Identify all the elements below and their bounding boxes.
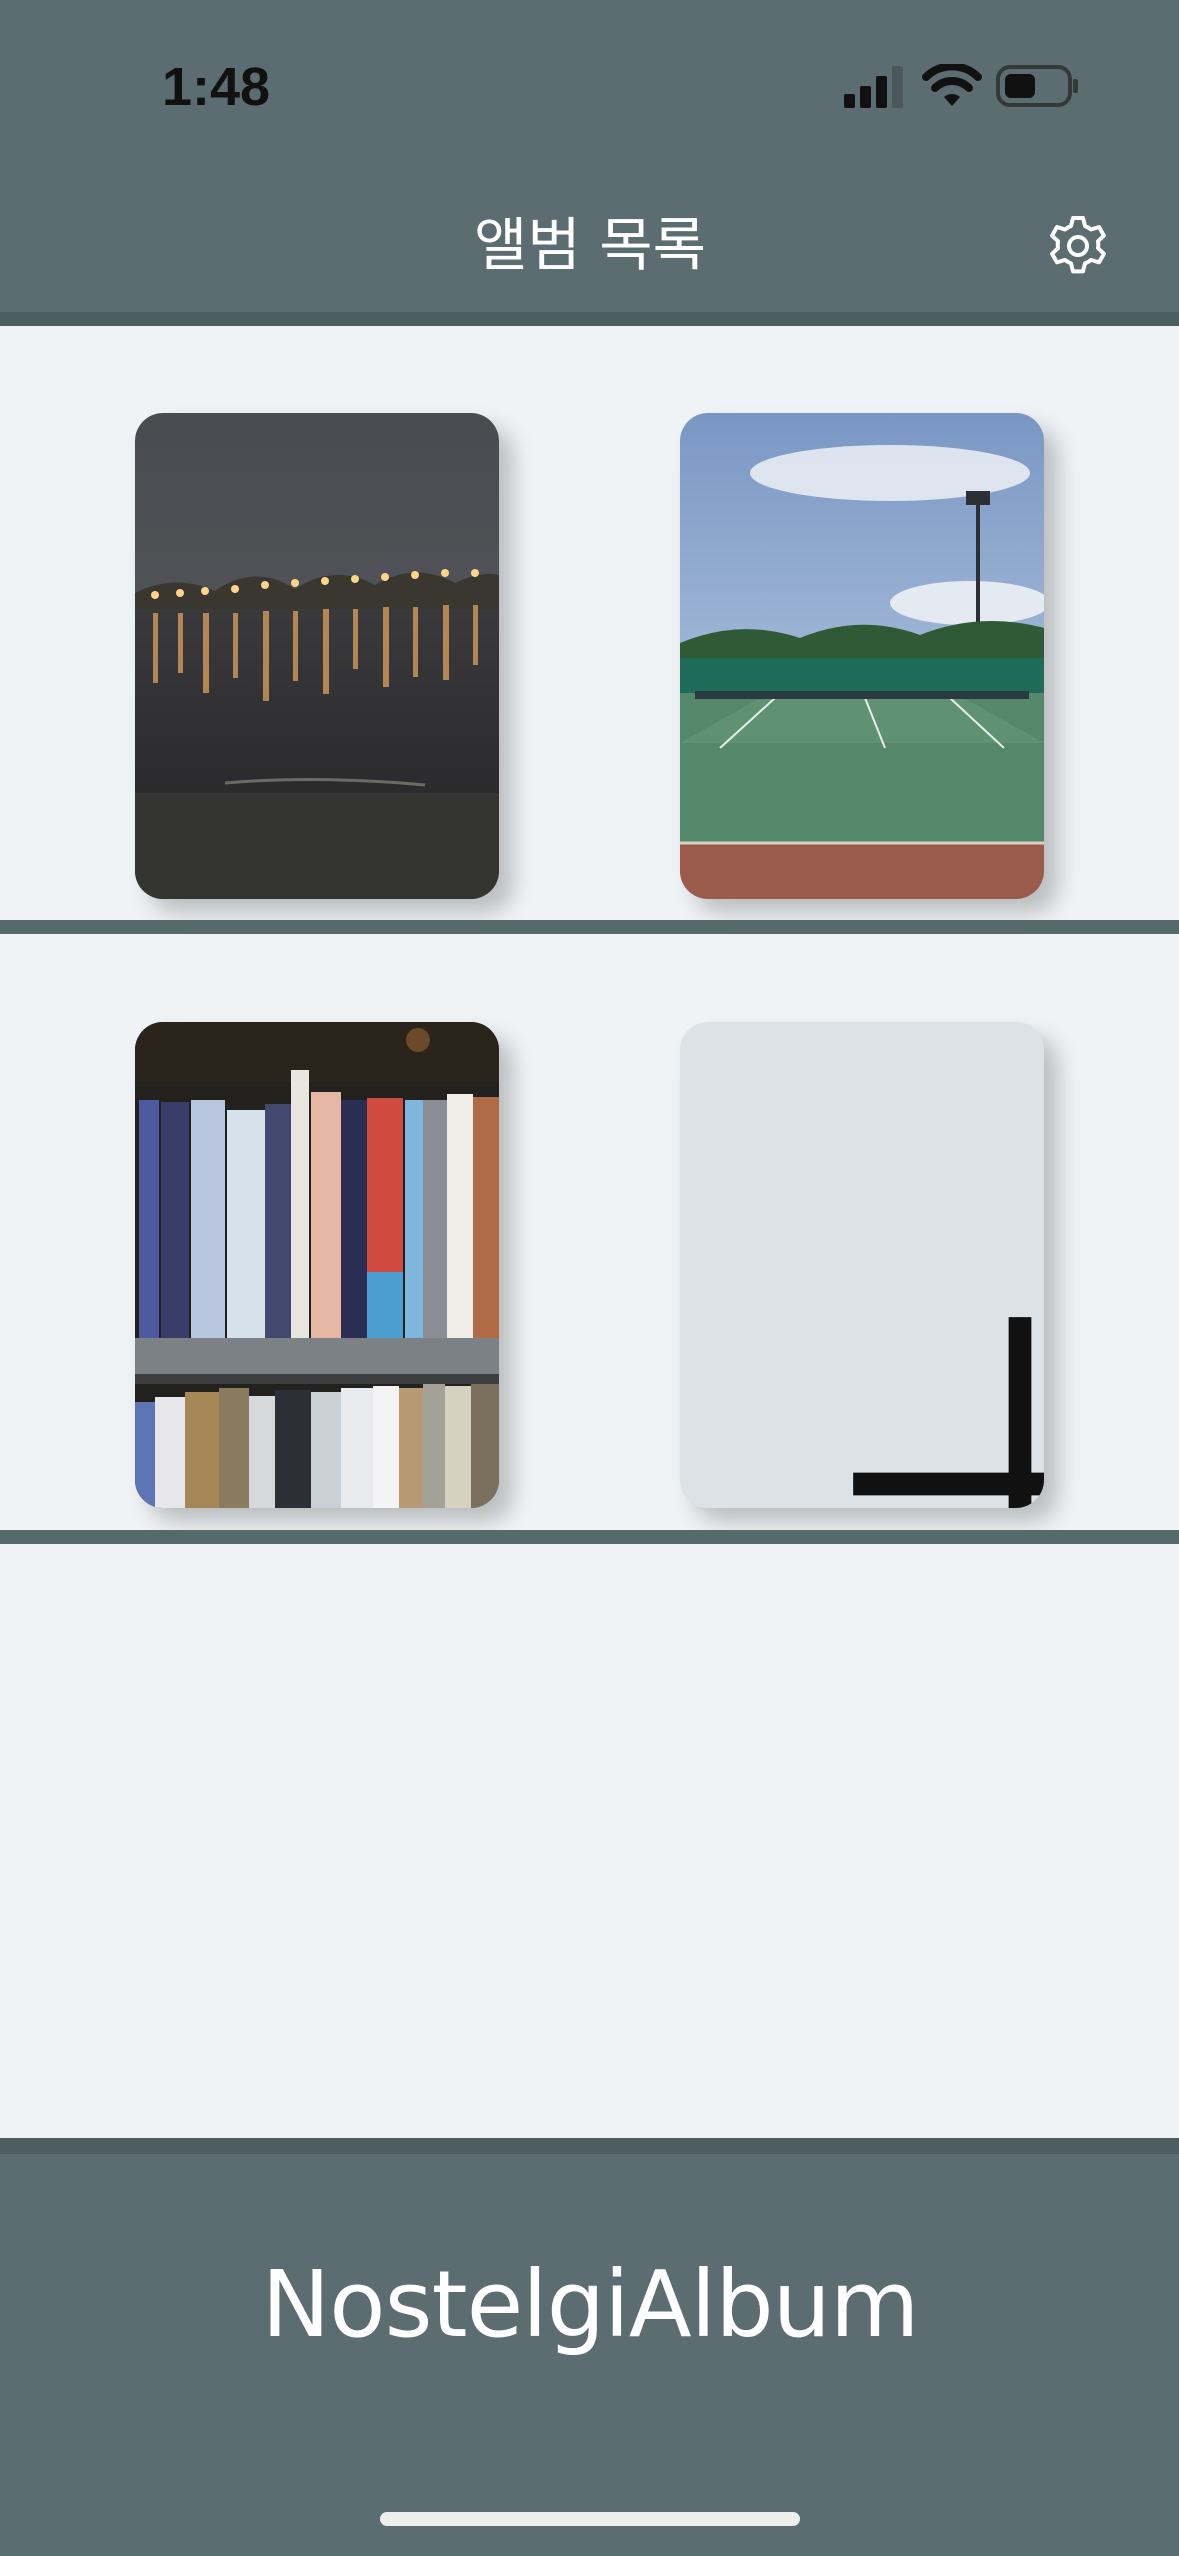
- wifi-icon: [922, 64, 982, 106]
- add-album-button[interactable]: [680, 1022, 1044, 1508]
- footer-divider: [0, 2138, 1179, 2154]
- header-divider: [0, 312, 1179, 326]
- row-divider: [0, 920, 1179, 934]
- album-thumbnail: [135, 413, 499, 899]
- home-indicator[interactable]: [380, 2512, 800, 2526]
- album-card[interactable]: [135, 1022, 499, 1508]
- gear-icon[interactable]: [1046, 214, 1110, 278]
- cellular-signal-icon: [844, 66, 903, 108]
- row-divider: [0, 1530, 1179, 1544]
- album-card[interactable]: [680, 413, 1044, 899]
- battery-icon: [996, 65, 1078, 107]
- album-card[interactable]: [135, 413, 499, 899]
- plus-icon: [853, 1317, 1044, 1508]
- album-thumbnail: [135, 1022, 499, 1508]
- app-logo: NostelgiAlbum: [261, 2251, 919, 2358]
- page-title: 앨범 목록: [474, 211, 706, 279]
- status-time: 1:48: [162, 57, 271, 117]
- album-thumbnail: [680, 413, 1044, 899]
